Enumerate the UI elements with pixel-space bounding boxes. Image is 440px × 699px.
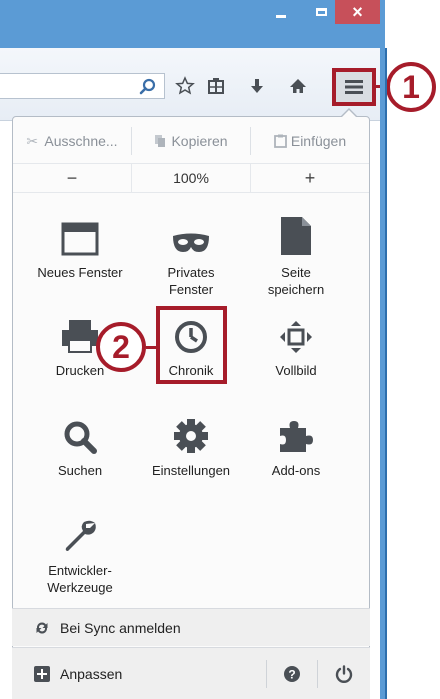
- tile-label-history: Chronik: [168, 363, 214, 378]
- close-button[interactable]: ×: [335, 0, 380, 24]
- tile-new-window[interactable]: Neues Fenster: [30, 208, 130, 281]
- minimize-button[interactable]: [266, 0, 296, 24]
- tile-label-find: Suchen: [57, 463, 103, 478]
- close-icon: ×: [352, 1, 363, 22]
- panel-arrow-inner: [341, 110, 357, 118]
- tile-label-private-window: Privates Fenster: [167, 265, 215, 297]
- home-icon[interactable]: [285, 72, 311, 100]
- reading-list-icon[interactable]: [203, 72, 229, 100]
- quit-button[interactable]: [318, 648, 370, 699]
- tile-label-save-page: Seite speichern: [267, 265, 325, 297]
- maximize-button[interactable]: [306, 0, 336, 24]
- tile-save-page[interactable]: Seite speichern: [246, 208, 346, 298]
- cut-label: Ausschne...: [44, 133, 118, 149]
- window-icon: [30, 208, 130, 256]
- tile-private-window[interactable]: Privates Fenster: [141, 208, 241, 298]
- edit-controls: ✂ Ausschne... Kopieren Einfügen: [13, 127, 369, 155]
- tile-developer-tools[interactable]: Entwickler- Werkzeuge: [30, 506, 130, 596]
- sync-signin-button[interactable]: Bei Sync anmelden: [12, 608, 370, 646]
- tile-find[interactable]: Suchen: [30, 406, 130, 479]
- url-bar[interactable]: [0, 73, 165, 99]
- customize-button[interactable]: Anpassen: [12, 648, 266, 699]
- maximize-icon: [315, 8, 327, 16]
- paste-button[interactable]: Einfügen: [251, 127, 369, 155]
- star-icon[interactable]: [172, 72, 198, 100]
- tile-label-developer-tools: Entwickler- Werkzeuge: [47, 563, 113, 595]
- copy-label: Kopieren: [171, 133, 228, 149]
- zoom-out-button[interactable]: −: [13, 164, 132, 192]
- plus-box-icon: [34, 665, 50, 682]
- search-icon: [30, 406, 130, 454]
- power-icon: [335, 664, 353, 683]
- magnifier-icon[interactable]: [138, 77, 158, 97]
- tile-label-options: Einstellungen: [151, 463, 231, 478]
- callout-badge-1: 1: [386, 62, 436, 112]
- download-icon[interactable]: [244, 72, 270, 100]
- fullscreen-icon: [246, 306, 346, 354]
- copy-icon: [155, 135, 166, 147]
- minimize-icon: [276, 14, 286, 18]
- tile-label-fullscreen: Vollbild: [275, 363, 317, 378]
- callout-connector-2: [146, 346, 160, 349]
- tile-history[interactable]: Chronik: [141, 306, 241, 379]
- help-button[interactable]: ?: [267, 648, 317, 699]
- clipboard-icon: [273, 134, 287, 148]
- page-icon: [246, 208, 346, 256]
- mask-icon: [141, 208, 241, 256]
- zoom-controls: − 100% +: [13, 163, 369, 193]
- copy-button[interactable]: Kopieren: [132, 127, 251, 155]
- sync-label: Bei Sync anmelden: [60, 619, 181, 636]
- scissors-icon: ✂: [26, 133, 39, 149]
- hamburger-menu-button[interactable]: [332, 68, 376, 106]
- tile-options[interactable]: Einstellungen: [141, 406, 241, 479]
- paste-label: Einfügen: [290, 133, 347, 149]
- zoom-in-button[interactable]: +: [251, 164, 369, 192]
- puzzle-icon: [246, 406, 346, 454]
- zoom-reset-button[interactable]: 100%: [132, 164, 251, 192]
- tile-addons[interactable]: Add-ons: [246, 406, 346, 479]
- tile-fullscreen[interactable]: Vollbild: [246, 306, 346, 379]
- help-icon: ?: [284, 665, 300, 682]
- window-frame-shadow: [385, 48, 387, 699]
- customize-label: Anpassen: [60, 665, 123, 682]
- wrench-icon: [30, 506, 130, 554]
- hamburger-menu-icon: [345, 80, 363, 94]
- gear-icon: [141, 406, 241, 454]
- tile-label-new-window: Neues Fenster: [37, 265, 123, 280]
- cut-button[interactable]: ✂ Ausschne...: [13, 127, 132, 155]
- callout-badge-2: 2: [96, 322, 146, 372]
- menu-footer: Anpassen ?: [12, 647, 370, 699]
- tile-label-addons: Add-ons: [271, 463, 321, 478]
- sync-icon: [36, 621, 48, 634]
- svg-text:?: ?: [288, 667, 295, 681]
